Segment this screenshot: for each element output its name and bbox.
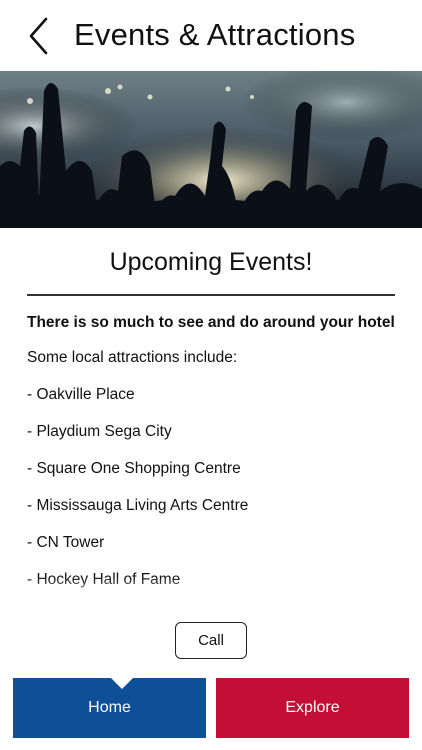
tab-explore[interactable]: Explore — [216, 678, 409, 738]
chevron-left-icon — [29, 17, 48, 55]
bottom-tab-bar: Home Explore — [0, 677, 422, 750]
tab-home[interactable]: Home — [13, 677, 206, 738]
list-item: - Oakville Place — [27, 386, 135, 403]
tab-home-label: Home — [88, 699, 131, 716]
scroll-fade — [27, 576, 395, 610]
app-header: Events & Attractions — [0, 0, 422, 72]
active-indicator — [110, 677, 134, 689]
intro-text: There is so much to see and do around yo… — [27, 314, 395, 331]
section-title: Upcoming Events! — [109, 248, 313, 276]
concert-crowd-image — [0, 71, 422, 228]
list-item: - CN Tower — [27, 534, 105, 551]
tab-explore-label: Explore — [285, 699, 340, 716]
divider — [27, 294, 395, 296]
hero-image — [0, 71, 422, 228]
page-title: Events & Attractions — [74, 17, 356, 52]
content-scroll-area[interactable]: There is so much to see and do around yo… — [27, 312, 395, 610]
list-item: - Square One Shopping Centre — [27, 460, 241, 477]
attractions-heading: Some local attractions include: — [27, 349, 238, 366]
list-item: - Mississauga Living Arts Centre — [27, 497, 249, 514]
call-button[interactable]: Call — [175, 622, 247, 659]
list-item: - Playdium Sega City — [27, 423, 172, 440]
back-button[interactable] — [22, 16, 58, 56]
